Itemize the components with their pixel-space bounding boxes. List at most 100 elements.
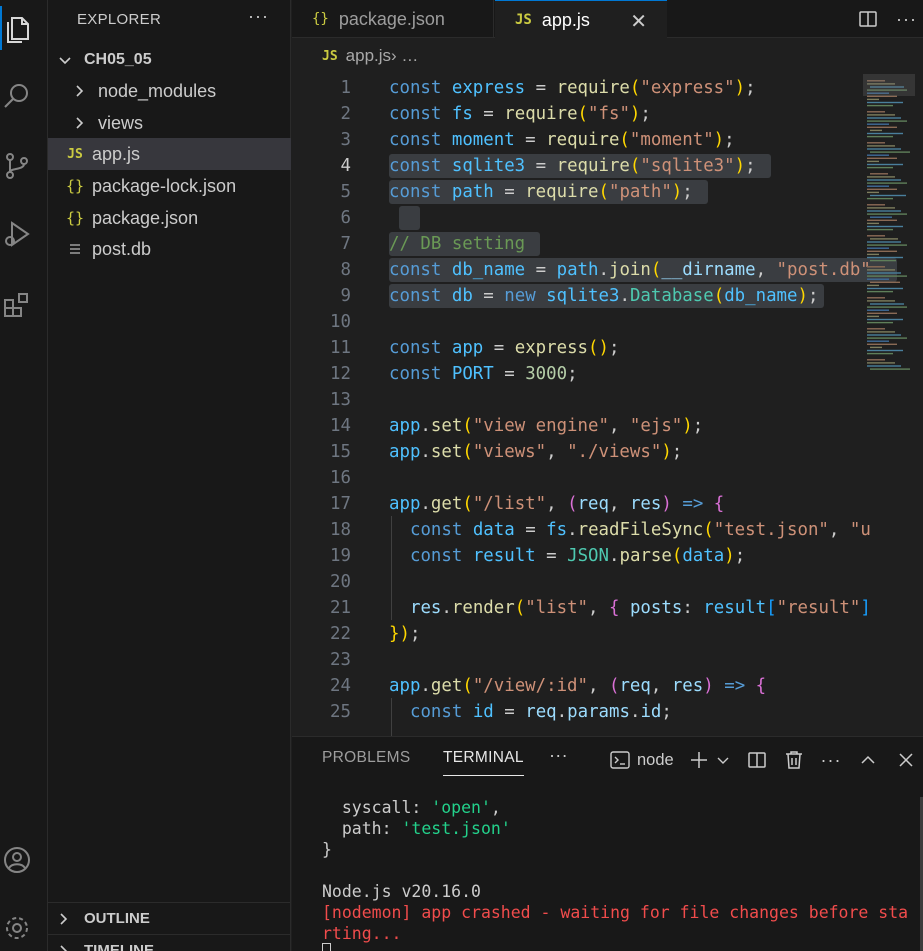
more-actions-icon[interactable]: ··· (896, 0, 917, 38)
code-line[interactable]: 5 const path = require("path"); (292, 179, 862, 205)
code-line[interactable]: 19 const result = JSON.parse(data); (292, 543, 862, 569)
minimap-line (867, 204, 885, 206)
explorer-more-button[interactable]: ··· (248, 6, 269, 27)
breadcrumb-file[interactable]: app.js (346, 46, 391, 66)
code-text: const moment = require("moment"); (389, 130, 735, 150)
code-text: const data = fs.readFileSync("test.json"… (409, 520, 871, 540)
code-line[interactable]: 7 // DB setting (292, 231, 862, 257)
code-editor[interactable]: 1 const express = require("express"); 2 con… (292, 74, 923, 736)
code-line[interactable]: 11 const app = express(); (292, 335, 862, 361)
code-line[interactable]: 16 (292, 465, 862, 491)
code-line[interactable]: 15 app.set("views", "./views"); (292, 439, 862, 465)
extensions-icon[interactable] (0, 284, 34, 324)
code-line[interactable]: 20 (292, 569, 862, 595)
code-line[interactable]: 23 (292, 647, 862, 673)
line-number: 12 (330, 364, 351, 384)
minimap-line (867, 297, 885, 299)
chevron-right-icon (56, 944, 74, 951)
terminal-cursor (322, 943, 331, 951)
minimap[interactable] (863, 74, 923, 736)
breadcrumb-separator[interactable]: › … (391, 46, 418, 66)
explorer-icon[interactable] (0, 6, 34, 50)
chevron-right-icon (56, 912, 74, 926)
tab-package-json[interactable]: {} package.json (292, 0, 494, 38)
code-line[interactable]: 6 (292, 205, 862, 231)
line-number: 10 (330, 312, 351, 332)
minimap-line (867, 343, 897, 345)
terminal-line: syscall: 'open', (322, 798, 501, 817)
code-line[interactable]: 2 const fs = require("fs"); (292, 101, 862, 127)
code-text: const path = require("path"); (389, 182, 693, 202)
maximize-panel-icon[interactable] (858, 747, 878, 773)
run-debug-icon[interactable] (0, 214, 34, 254)
terminal-error-line: [nodemon] app crashed - waiting for file… (322, 903, 909, 922)
split-editor-icon[interactable] (858, 0, 878, 38)
minimap-line (867, 266, 885, 268)
line-number: 8 (340, 260, 351, 280)
code-line[interactable]: 9 const db = new sqlite3.Database(db_name… (292, 283, 862, 309)
tree-item-label: package.json (92, 207, 199, 228)
terminal-name[interactable]: node (637, 747, 674, 773)
code-line[interactable]: 3 const moment = require("moment"); (292, 127, 862, 153)
source-control-icon[interactable] (0, 146, 34, 186)
minimap-line (867, 287, 903, 290)
tab-app-js[interactable]: JS app.js ✕ (495, 0, 667, 39)
code-line[interactable]: 25 const id = req.params.id; (292, 699, 862, 725)
code-line[interactable]: 14 app.set("view engine", "ejs"); (292, 413, 862, 439)
minimap-viewport[interactable] (863, 74, 915, 96)
settings-gear-icon[interactable] (0, 908, 34, 948)
code-line[interactable]: 10 (292, 309, 862, 335)
tab-label: app.js (541, 9, 590, 30)
minimap-line (867, 278, 889, 280)
code-line[interactable]: 17 app.get("/list", (req, res) => { (292, 491, 862, 517)
chevron-down-icon[interactable] (715, 747, 731, 773)
code-line[interactable]: 21 res.render("list", { posts: result["r… (292, 595, 871, 621)
minimap-line (867, 253, 879, 256)
line-number: 11 (330, 338, 351, 358)
code-line[interactable]: 12 const PORT = 3000; (292, 361, 862, 387)
chevron-down-icon (56, 53, 74, 67)
minimap-line (867, 188, 897, 190)
tree-item-views[interactable]: views (48, 107, 291, 139)
minimap-line (870, 151, 910, 153)
minimap-line (867, 318, 903, 321)
tab-problems[interactable]: PROBLEMS (322, 749, 411, 767)
close-icon[interactable]: ✕ (630, 9, 647, 34)
code-line[interactable]: 13 (292, 387, 862, 413)
split-terminal-icon[interactable] (745, 747, 769, 773)
close-panel-icon[interactable] (896, 747, 916, 773)
code-line[interactable]: 24 app.get("/view/:id", (req, res) => { (292, 673, 862, 699)
minimap-line (867, 275, 907, 277)
code-line[interactable]: 1 const express = require("express"); (292, 75, 862, 101)
tree-item-package-lock-json[interactable]: {} package-lock.json (48, 170, 291, 202)
folder-root[interactable]: CH05_05 (48, 44, 291, 76)
line-number: 16 (330, 468, 351, 488)
tree-item-label: post.db (92, 238, 152, 259)
timeline-section[interactable]: TIMELINE (48, 934, 291, 951)
panel-more-button[interactable]: ··· (549, 745, 568, 766)
add-terminal-icon[interactable] (688, 747, 710, 773)
minimap-line (870, 303, 904, 305)
tab-label: package.json (338, 8, 445, 29)
code-line[interactable]: 18 const data = fs.readFileSync("test.js… (292, 517, 871, 543)
minimap-line (867, 104, 893, 107)
search-icon[interactable] (0, 76, 34, 116)
code-line[interactable]: 8 const db_name = path.join(__dirname, "p… (292, 257, 897, 283)
js-file-icon: JS (322, 48, 338, 64)
tree-item-node-modules[interactable]: node_modules (48, 75, 291, 107)
trash-icon[interactable] (782, 747, 806, 773)
minimap-line (867, 182, 907, 184)
terminal-more-icon[interactable]: ··· (819, 747, 843, 773)
account-icon[interactable] (0, 840, 34, 880)
code-line[interactable]: 4 const sqlite3 = require("sqlite3"); (292, 153, 862, 179)
tab-terminal[interactable]: TERMINAL (443, 749, 524, 776)
bottom-panel: PROBLEMS TERMINAL ··· node ··· syscall: … (292, 736, 923, 951)
line-number: 6 (340, 208, 351, 228)
code-line[interactable]: 22}); (292, 621, 862, 647)
terminal-error-line: rting... (322, 924, 402, 943)
outline-section[interactable]: OUTLINE (48, 902, 291, 934)
tree-item-package-json[interactable]: {} package.json (48, 202, 291, 234)
minimap-line (867, 331, 895, 333)
tree-item-app-js[interactable]: JS app.js (48, 138, 291, 170)
tree-item-post-db[interactable]: post.db (48, 233, 291, 265)
